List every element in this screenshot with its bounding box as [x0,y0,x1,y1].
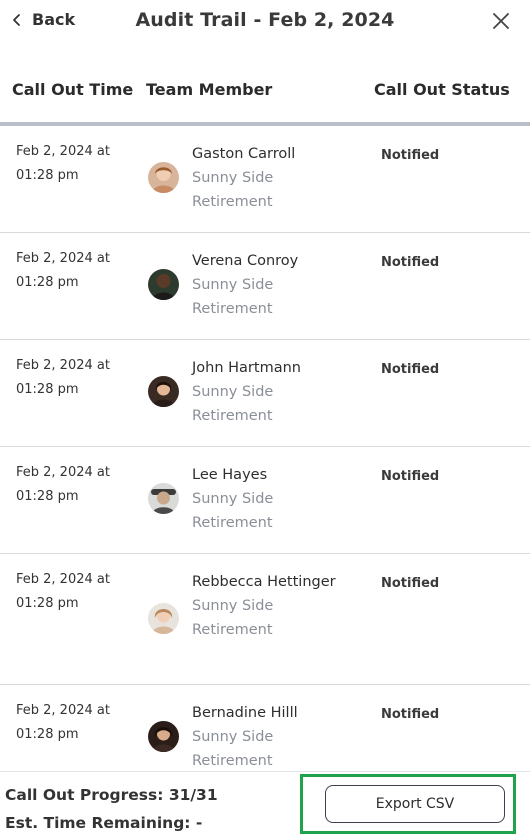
member-name: Bernadine Hilll [192,705,298,721]
call-out-time: Feb 2, 2024 at 01:28 pm [16,461,126,509]
team-member: Gaston Carroll Sunny Side Retirement [192,142,352,214]
status-badge: Notified [381,255,440,270]
call-out-progress: Call Out Progress: 31/31 [5,786,218,804]
time-date: Feb 2, 2024 at [16,465,110,480]
member-org: Retirement [192,408,273,424]
status-badge: Notified [381,148,440,163]
member-org: Sunny Side [192,491,274,507]
status-badge: Notified [381,362,440,377]
member-org: Sunny Side [192,277,274,293]
time-clock: 01:28 pm [16,596,79,611]
time-clock: 01:28 pm [16,382,79,397]
dialog-header: Back Audit Trail - Feb 2, 2024 [0,0,530,44]
time-date: Feb 2, 2024 at [16,144,110,159]
member-org: Sunny Side [192,170,274,186]
team-member: Lee Hayes Sunny Side Retirement [192,463,352,535]
member-org: Sunny Side [192,384,274,400]
time-clock: 01:28 pm [16,275,79,290]
time-clock: 01:28 pm [16,168,79,183]
member-org: Sunny Side [192,729,274,745]
time-date: Feb 2, 2024 at [16,358,110,373]
export-csv-button[interactable]: Export CSV [325,785,505,823]
avatar [148,269,179,300]
table-row: Feb 2, 2024 at 01:28 pm Rebbecca Hetting… [0,554,530,685]
column-header-time: Call Out Time [12,80,134,99]
audit-trail-dialog: Back Audit Trail - Feb 2, 2024 Call Out … [0,0,530,838]
status-badge: Notified [381,576,440,591]
member-name: Verena Conroy [192,253,299,269]
time-remaining: Est. Time Remaining: - [5,814,203,832]
table-row: Feb 2, 2024 at 01:28 pm Lee Hayes Sunny … [0,447,530,554]
member-org: Retirement [192,301,273,317]
team-member: Verena Conroy Sunny Side Retirement [192,249,352,321]
avatar [148,162,179,193]
close-icon[interactable] [492,12,510,30]
avatar [148,376,179,407]
team-member: John Hartmann Sunny Side Retirement [192,356,352,428]
call-out-time: Feb 2, 2024 at 01:28 pm [16,354,126,402]
team-member: Bernadine Hilll Sunny Side Retirement [192,701,352,773]
avatar [148,721,179,752]
member-name: John Hartmann [192,360,301,376]
call-out-time: Feb 2, 2024 at 01:28 pm [16,699,126,747]
table-header: Call Out Time Team Member Call Out Statu… [0,80,530,104]
member-org: Retirement [192,194,273,210]
column-header-status: Call Out Status [374,80,510,99]
dialog-footer: Call Out Progress: 31/31 Est. Time Remai… [0,771,530,838]
member-name: Gaston Carroll [192,146,296,162]
page-title: Audit Trail - Feb 2, 2024 [135,9,395,31]
table-row: Feb 2, 2024 at 01:28 pm Gaston Carroll S… [0,126,530,233]
member-name: Lee Hayes [192,467,268,483]
avatar [148,603,179,634]
status-badge: Notified [381,707,440,722]
member-org: Retirement [192,753,273,769]
member-org: Retirement [192,515,273,531]
column-header-member: Team Member [146,80,273,99]
call-out-time: Feb 2, 2024 at 01:28 pm [16,247,126,295]
avatar [148,483,179,514]
time-date: Feb 2, 2024 at [16,572,110,587]
table-row: Feb 2, 2024 at 01:28 pm Verena Conroy Su… [0,233,530,340]
audit-table-body: Feb 2, 2024 at 01:28 pm Gaston Carroll S… [0,126,530,792]
member-org: Retirement [192,622,273,638]
team-member: Rebbecca Hettinger Sunny Side Retirement [192,570,352,642]
status-badge: Notified [381,469,440,484]
call-out-time: Feb 2, 2024 at 01:28 pm [16,568,126,616]
call-out-time: Feb 2, 2024 at 01:28 pm [16,140,126,188]
member-name: Rebbecca Hettinger [192,574,336,590]
time-date: Feb 2, 2024 at [16,251,110,266]
member-org: Sunny Side [192,598,274,614]
time-date: Feb 2, 2024 at [16,703,110,718]
table-row: Feb 2, 2024 at 01:28 pm John Hartmann Su… [0,340,530,447]
time-clock: 01:28 pm [16,489,79,504]
time-clock: 01:28 pm [16,727,79,742]
